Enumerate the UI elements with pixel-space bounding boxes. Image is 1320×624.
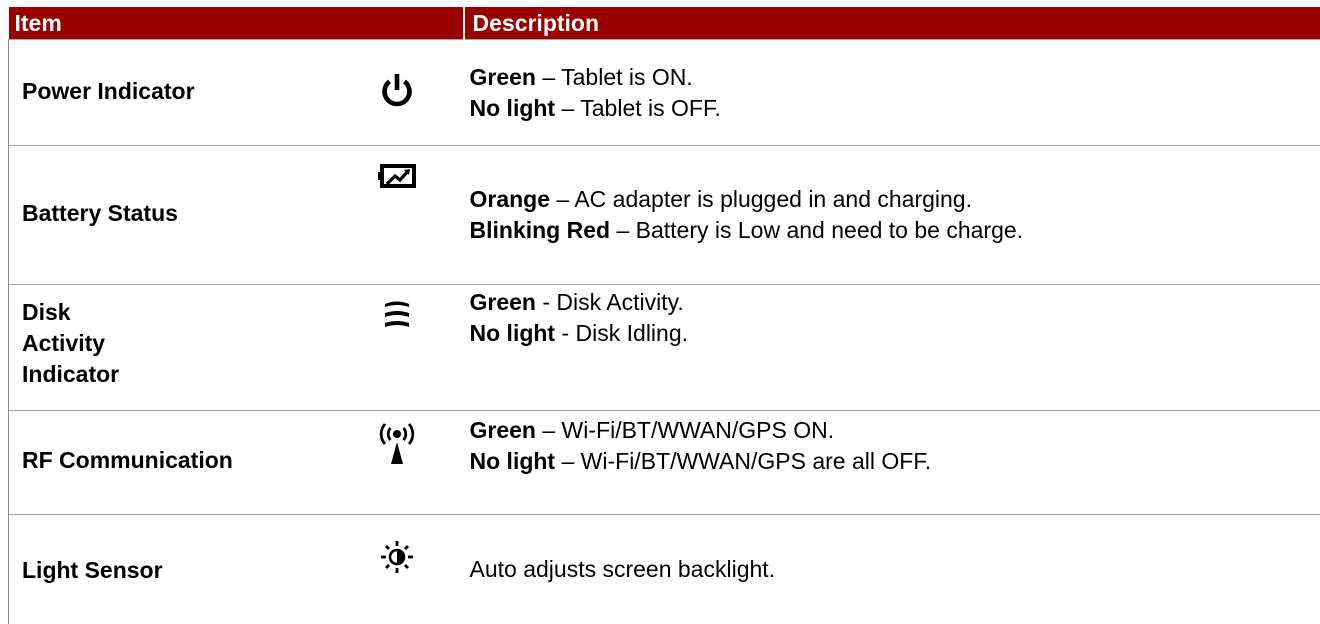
- description-column-header: Description: [464, 7, 1320, 40]
- item-name: Battery Status: [22, 198, 178, 229]
- table-row-light-sensor: Light Sensor: [9, 515, 1320, 624]
- item-column-header: Item: [9, 7, 464, 40]
- led-indicator-table: Item Description Power Indicator Gre: [8, 7, 1320, 624]
- description-line: Green – Wi-Fi/BT/WWAN/GPS ON.: [470, 415, 1320, 446]
- description-line: No light – Wi-Fi/BT/WWAN/GPS are all OFF…: [470, 446, 1320, 477]
- description-line: No light - Disk Idling.: [470, 318, 1320, 349]
- light-sensor-icon: [377, 537, 417, 577]
- table-row-rf-communication: RF Communication Green – Wi-Fi/BT/: [9, 411, 1320, 515]
- item-name: Disk Activity Indicator: [22, 297, 119, 390]
- led-indicator-table-region: Item Description Power Indicator Gre: [8, 0, 1320, 623]
- description-line: Auto adjusts screen backlight.: [470, 554, 1320, 585]
- item-name: Power Indicator: [22, 76, 195, 107]
- battery-charging-icon: [377, 156, 417, 196]
- table-row-battery-status: Battery Status Orange – AC adapter is pl…: [9, 146, 1320, 285]
- description-cell: Orange – AC adapter is plugged in and ch…: [464, 146, 1320, 285]
- rf-antenna-icon: [377, 419, 417, 467]
- item-cell: Battery Status: [9, 146, 464, 285]
- description-cell: Green - Disk Activity. No light - Disk I…: [464, 285, 1320, 411]
- table-row-disk-activity-indicator: Disk Activity Indicator Green - Disk Act…: [9, 285, 1320, 411]
- item-cell: Disk Activity Indicator: [9, 285, 464, 411]
- table-row-power-indicator: Power Indicator Green – Tablet is ON. No…: [9, 40, 1320, 146]
- item-cell: Power Indicator: [9, 40, 464, 146]
- description-line: Orange – AC adapter is plugged in and ch…: [470, 184, 1320, 215]
- description-cell: Green – Tablet is ON. No light – Tablet …: [464, 40, 1320, 146]
- description-line: Green - Disk Activity.: [470, 287, 1320, 318]
- item-cell: Light Sensor: [9, 515, 464, 624]
- power-icon: [377, 70, 417, 110]
- description-cell: Green – Wi-Fi/BT/WWAN/GPS ON. No light –…: [464, 411, 1320, 515]
- disk-stack-icon: [377, 295, 417, 335]
- item-name: Light Sensor: [22, 555, 163, 586]
- item-name: RF Communication: [22, 445, 233, 476]
- description-line: Green – Tablet is ON.: [470, 62, 1320, 93]
- item-cell: RF Communication: [9, 411, 464, 515]
- table-header-row: Item Description: [9, 7, 1320, 40]
- description-line: No light – Tablet is OFF.: [470, 93, 1320, 124]
- description-line: Blinking Red – Battery is Low and need t…: [470, 215, 1320, 246]
- description-cell: Auto adjusts screen backlight.: [464, 515, 1320, 624]
